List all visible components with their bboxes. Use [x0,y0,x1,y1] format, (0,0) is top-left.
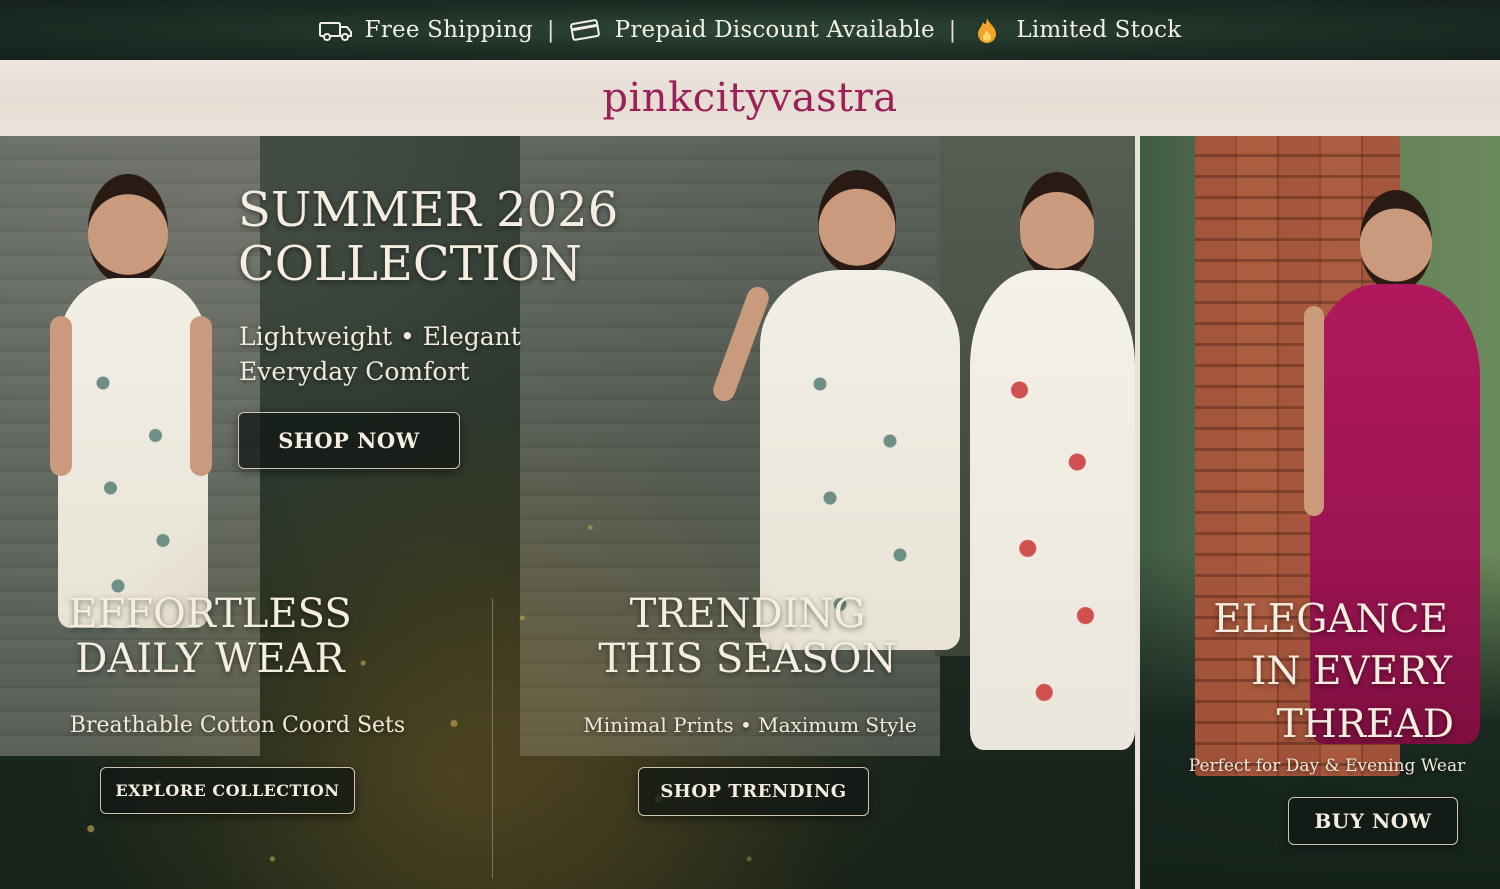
hero-subtitle: Lightweight • Elegant Everyday Comfort [239,320,521,389]
buy-now-button[interactable]: BUY NOW [1288,797,1458,845]
daily-wear-subtitle: Breathable Cotton Coord Sets [69,713,406,738]
promo-free-shipping: Free Shipping [318,17,534,43]
hero-title-line2: COLLECTION [238,235,582,292]
trending-title-line2: THIS SEASON [598,635,897,682]
promo-label-prepaid: Prepaid Discount Available [614,17,935,43]
brand-logo[interactable]: pinkcityvastra [602,75,897,121]
hero-title-line1: SUMMER 2026 [238,182,619,238]
hero-subtitle-line2: Everyday Comfort [239,356,470,386]
section-divider [492,598,493,878]
shop-trending-button[interactable]: SHOP TRENDING [638,767,869,816]
daily-wear-title: EFFORTLESS DAILY WEAR [40,592,380,682]
logo-strip: pinkcityvastra [0,60,1500,136]
card-icon [569,17,603,43]
elegance-title-line2: IN EVERY [1251,649,1452,695]
elegance-title-line3: THREAD [1276,701,1454,747]
hero-subtitle-line1: Lightweight • Elegant [239,322,521,351]
promo-prepaid-discount: Prepaid Discount Available [569,17,935,43]
explore-collection-button[interactable]: EXPLORE COLLECTION [100,767,355,814]
right-promo-panel: ELEGANCE IN EVERY THREAD Perfect for Day… [1140,136,1500,889]
promo-limited-stock: Limited Stock [970,17,1181,43]
promo-bar: Free Shipping | Prepaid Discount Availab… [0,0,1500,60]
shop-now-button[interactable]: SHOP NOW [238,412,460,469]
trending-title: TRENDING THIS SEASON [560,592,935,682]
elegance-subtitle: Perfect for Day & Evening Wear [1188,756,1466,776]
hero-banner: SUMMER 2026 COLLECTION Lightweight • Ele… [0,136,1135,889]
daily-wear-title-line1: EFFORTLESS [68,591,352,637]
truck-icon [318,17,353,43]
elegance-title: ELEGANCE IN EVERY THREAD [1213,594,1454,751]
daily-wear-title-line2: DAILY WEAR [75,635,345,682]
trending-title-line1: TRENDING [629,591,866,637]
hero-title: SUMMER 2026 COLLECTION [238,182,619,292]
fire-icon [970,17,1004,43]
elegance-title-line1: ELEGANCE [1213,597,1448,642]
trending-subtitle: Minimal Prints • Maximum Style [583,713,917,737]
promo-label-stock: Limited Stock [1016,17,1182,43]
promo-label-shipping: Free Shipping [364,17,534,43]
promo-separator: | [547,17,555,43]
promo-separator: | [948,17,957,43]
